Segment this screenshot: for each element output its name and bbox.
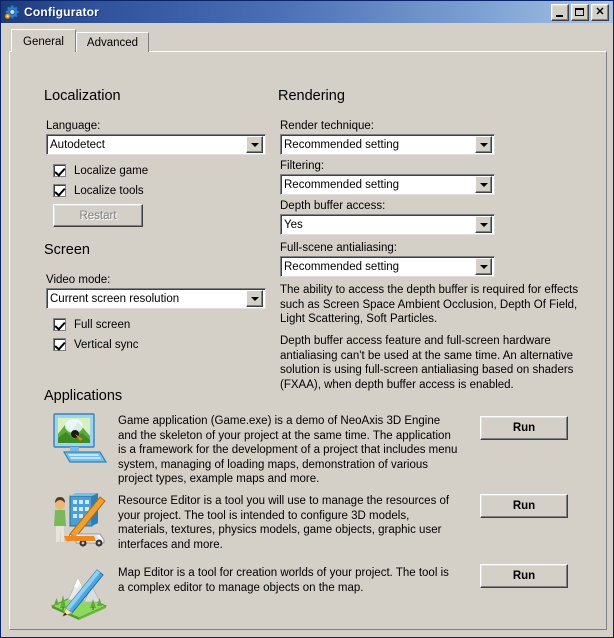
localize-game-checkbox-row[interactable]: Localize game — [53, 164, 148, 177]
depth-buffer-note-2: Depth buffer access feature and full-scr… — [280, 335, 574, 391]
game-application-description: Game application (Game.exe) is a demo of… — [118, 415, 458, 486]
localize-tools-checkbox-row[interactable]: Localize tools — [53, 184, 144, 197]
restart-button-label: Restart — [79, 209, 117, 222]
resource-editor-icon — [50, 492, 108, 548]
run-map-editor-button[interactable]: Run — [480, 564, 568, 588]
full-screen-label: Full screen — [74, 318, 131, 331]
antialiasing-value: Recommended setting — [284, 260, 400, 273]
tab-general[interactable]: General — [11, 29, 76, 52]
tab-strip: General Advanced — [9, 29, 607, 52]
video-mode-label: Video mode: — [46, 274, 111, 286]
restart-button[interactable]: Restart — [53, 204, 143, 227]
map-editor-description: Map Editor is a tool for creation worlds… — [118, 567, 449, 594]
tab-panel-general: Localization Language: Autodetect Locali… — [9, 51, 607, 630]
full-screen-checkbox-row[interactable]: Full screen — [53, 318, 130, 331]
depth-buffer-access-value: Yes — [284, 218, 303, 231]
chevron-down-icon[interactable] — [475, 216, 492, 233]
filtering-value: Recommended setting — [284, 178, 400, 191]
minimize-icon — [556, 14, 563, 17]
language-value: Autodetect — [50, 138, 105, 151]
render-technique-value: Recommended setting — [284, 138, 400, 151]
language-label: Language: — [46, 120, 101, 132]
localize-tools-label: Localize tools — [74, 184, 144, 197]
game-monitor-icon — [50, 412, 108, 468]
run-resource-editor-label: Run — [512, 500, 536, 512]
chevron-down-icon[interactable] — [475, 136, 492, 153]
configurator-window: Configurator ✕ General Advanced Localiza… — [0, 0, 614, 638]
full-screen-checkbox[interactable] — [53, 318, 66, 331]
filtering-label: Filtering: — [280, 160, 325, 172]
run-resource-editor-button[interactable]: Run — [480, 494, 568, 518]
tab-advanced-label: Advanced — [86, 37, 139, 49]
chevron-down-icon[interactable] — [246, 290, 263, 307]
antialiasing-label: Full-scene antialiasing: — [280, 242, 397, 254]
localize-game-label: Localize game — [74, 164, 149, 177]
applications-section-title: Applications — [44, 388, 123, 404]
depth-buffer-access-combobox[interactable]: Yes — [280, 214, 495, 235]
tab-general-label: General — [23, 36, 64, 48]
filtering-combobox[interactable]: Recommended setting — [280, 174, 495, 195]
vertical-sync-checkbox-row[interactable]: Vertical sync — [53, 338, 139, 351]
localize-game-checkbox[interactable] — [53, 164, 66, 177]
tab-advanced[interactable]: Advanced — [75, 32, 150, 52]
vertical-sync-checkbox[interactable] — [53, 338, 66, 351]
title-bar[interactable]: Configurator ✕ — [1, 1, 613, 23]
gear-icon — [4, 4, 20, 20]
window-title: Configurator — [24, 5, 100, 19]
depth-buffer-note-1: The ability to access the depth buffer i… — [280, 284, 579, 325]
close-button[interactable]: ✕ — [591, 3, 609, 21]
close-icon: ✕ — [595, 5, 605, 18]
rendering-section-title: Rendering — [278, 88, 345, 104]
map-editor-icon — [50, 564, 108, 620]
video-mode-value: Current screen resolution — [50, 292, 180, 305]
localize-tools-checkbox[interactable] — [53, 184, 66, 197]
localization-section-title: Localization — [44, 88, 121, 104]
antialiasing-combobox[interactable]: Recommended setting — [280, 256, 495, 277]
run-game-application-button[interactable]: Run — [480, 416, 568, 440]
run-game-application-label: Run — [512, 422, 536, 434]
maximize-button[interactable] — [571, 3, 589, 21]
video-mode-combobox[interactable]: Current screen resolution — [46, 288, 266, 309]
render-technique-combobox[interactable]: Recommended setting — [280, 134, 495, 155]
minimize-button[interactable] — [551, 3, 569, 21]
chevron-down-icon[interactable] — [475, 176, 492, 193]
render-technique-label: Render technique: — [280, 120, 374, 132]
resource-editor-description: Resource Editor is a tool you will use t… — [118, 495, 450, 551]
screen-section-title: Screen — [44, 242, 90, 258]
depth-buffer-access-label: Depth buffer access: — [280, 200, 386, 212]
window-controls: ✕ — [551, 3, 611, 21]
chevron-down-icon[interactable] — [475, 258, 492, 275]
client-area: General Advanced Localization Language: … — [1, 23, 613, 637]
language-combobox[interactable]: Autodetect — [46, 134, 266, 155]
run-map-editor-label: Run — [512, 570, 536, 582]
chevron-down-icon[interactable] — [246, 136, 263, 153]
maximize-icon — [575, 7, 584, 16]
vertical-sync-label: Vertical sync — [74, 338, 139, 351]
